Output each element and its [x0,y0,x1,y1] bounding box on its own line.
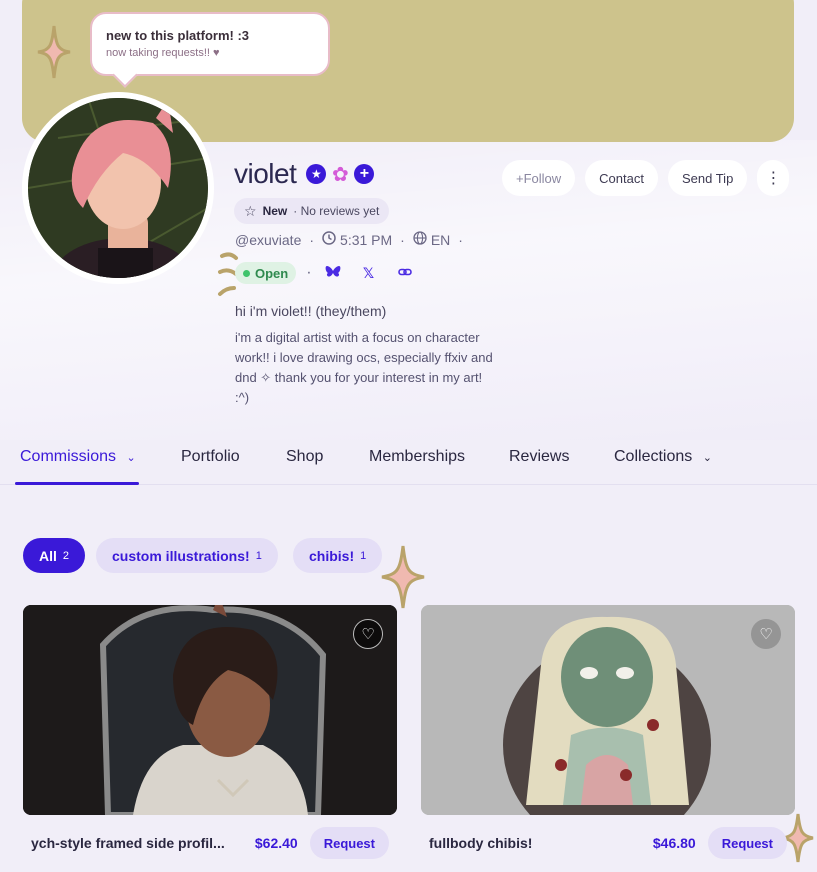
review-note: · No reviews yet [293,204,380,218]
plus-badge-icon: + [354,164,375,184]
listing-title[interactable]: fullbody chibis! [429,835,532,851]
profile-meta: @exuviate · 5:31 PM · EN · [235,231,463,248]
filter-count: 1 [360,549,367,562]
favorite-heart-icon[interactable]: ♡ [751,619,781,649]
separator-dot: · [306,264,312,281]
filter-label: All [39,547,57,564]
tab-shop[interactable]: Shop [286,448,323,466]
separator-dot: · [400,231,405,248]
tab-memberships[interactable]: Memberships [369,448,465,466]
bio-title: hi i'm violet!! (they/them) [235,303,387,319]
sparkle-icon [37,25,71,79]
clock-icon [322,231,336,248]
tab-collections[interactable]: Collections ⌄ [614,448,712,466]
link-icon[interactable] [394,265,416,282]
review-status-pill[interactable]: ☆ New · No reviews yet [234,198,390,224]
status-bubble-title: new to this platform! :3 [106,28,249,43]
status-bubble-subtitle: now taking requests!! ♥ [106,47,220,59]
profile-name: violet [234,158,297,189]
review-label: New [262,204,288,218]
filter-chip-custom-illustrations[interactable]: custom illustrations! 1 [96,538,278,573]
flower-badge-icon: ✿ [331,163,349,186]
more-options-button[interactable]: ⋮ [757,160,790,196]
favorite-heart-icon[interactable]: ♡ [353,619,383,649]
active-tab-indicator [15,482,139,485]
sparkle-icon [381,545,425,609]
listing-price: $46.80 [652,835,696,851]
filter-count: 2 [62,549,70,562]
tab-label: Commissions [20,448,117,465]
listing-title[interactable]: ych-style framed side profil... [31,835,225,851]
profile-handle: @exuviate [235,231,302,248]
filter-count: 1 [255,549,262,562]
tab-commissions[interactable]: Commissions ⌄ [20,448,136,466]
bluesky-icon[interactable] [322,265,344,282]
filter-chip-chibis[interactable]: chibis! 1 [293,538,383,573]
tab-portfolio[interactable]: Portfolio [181,448,240,466]
star-outline-icon: ☆ [244,202,257,219]
tab-label: Collections [614,448,693,465]
filter-label: custom illustrations! [112,547,250,564]
profile-tabs: Commissions ⌄ Portfolio Shop Memberships… [0,438,817,485]
local-time: 5:31 PM [340,231,393,248]
follow-button[interactable]: +Follow [502,160,576,196]
x-twitter-icon[interactable]: 𝕏 [358,265,380,282]
listing-price: $62.40 [254,835,298,851]
language: EN [430,231,451,248]
separator-dot: · [309,231,315,248]
chevron-down-icon: ⌄ [126,452,136,464]
send-tip-button[interactable]: Send Tip [667,160,748,196]
listing-card[interactable]: ♡ fullbody chibis! $46.80 Request [421,605,795,859]
open-status-badge: Open [235,262,297,284]
tab-reviews[interactable]: Reviews [509,448,569,466]
request-button[interactable]: Request [707,827,787,859]
listing-footer: fullbody chibis! $46.80 Request [421,820,795,866]
bio-text: i'm a digital artist with a focus on cha… [235,330,493,405]
chevron-down-icon: ⌄ [702,452,712,464]
avatar[interactable] [22,92,214,284]
listing-image[interactable]: ♡ [421,605,795,815]
avatar-image [28,98,208,278]
separator-dot: · [458,231,463,248]
request-button[interactable]: Request [309,827,389,859]
open-status-label: Open [255,265,289,281]
globe-icon [413,231,427,248]
listing-image[interactable]: ♡ [23,605,397,815]
status-bubble: new to this platform! :3 now taking requ… [90,12,330,76]
profile-links: Open · 𝕏 [235,262,416,284]
star-badge-icon: ★ [306,164,327,184]
listing-footer: ych-style framed side profil... $62.40 R… [23,820,397,866]
listing-card[interactable]: ♡ ych-style framed side profil... $62.40… [23,605,397,859]
contact-button[interactable]: Contact [585,160,658,196]
filter-chip-all[interactable]: All 2 [23,538,86,573]
status-dot [243,269,250,277]
profile-actions: +Follow Contact Send Tip ⋮ [502,160,790,196]
profile-name-row: violet ★ ✿ + [234,158,375,190]
filter-label: chibis! [309,547,355,564]
